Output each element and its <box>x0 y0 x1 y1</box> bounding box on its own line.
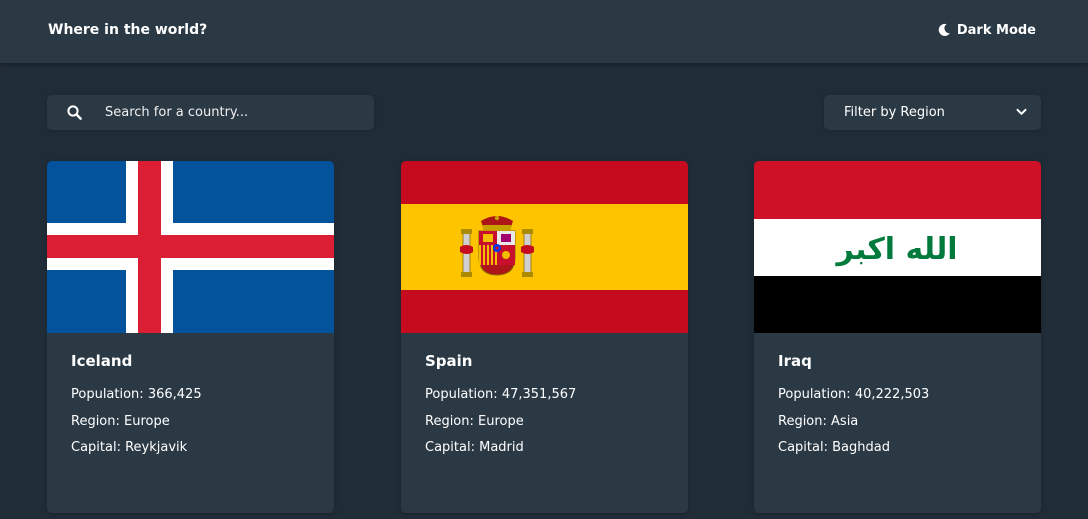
region-value: Europe <box>124 413 170 429</box>
capital-value: Reykjavik <box>125 440 188 455</box>
population-value: 366,425 <box>147 387 202 402</box>
capital-value: Madrid <box>479 440 524 455</box>
capital-label: Capital: <box>71 440 121 455</box>
spain-flag-image <box>401 161 688 333</box>
country-name: Iceland <box>71 352 133 370</box>
capital-line: Capital: Reykjavik <box>71 439 310 456</box>
region-label: Region: <box>425 413 474 429</box>
population-line: Population: 366,425 <box>71 386 310 403</box>
region-label: Region: <box>778 413 827 429</box>
dark-mode-label: Dark Mode <box>956 22 1036 38</box>
region-line: Region: Europe <box>425 413 664 430</box>
country-card-iceland[interactable]: Iceland Population: 366,425 Region: Euro… <box>47 161 334 513</box>
capital-line: Capital: Baghdad <box>778 439 1017 456</box>
search-icon <box>67 105 82 120</box>
population-value: 40,222,503 <box>854 387 930 402</box>
dark-mode-toggle[interactable]: Dark Mode <box>937 21 1036 39</box>
region-line: Region: Europe <box>71 413 310 430</box>
population-value: 47,351,567 <box>501 387 577 402</box>
population-label: Population: <box>425 387 498 402</box>
iraq-flag-image: الله اكبر <box>754 161 1041 333</box>
app-title: Where in the world? <box>48 22 208 38</box>
region-line: Region: Asia <box>778 413 1017 430</box>
capital-label: Capital: <box>425 440 475 455</box>
capital-line: Capital: Madrid <box>425 439 664 456</box>
country-card-iraq[interactable]: الله اكبر Iraq Population: 40,222,503 Re… <box>754 161 1041 513</box>
country-card-spain[interactable]: Spain Population: 47,351,567 Region: Eur… <box>401 161 688 513</box>
region-filter-dropdown[interactable]: Filter by Region <box>824 95 1041 130</box>
top-header: Where in the world? Dark Mode <box>0 0 1088 63</box>
filter-label: Filter by Region <box>844 105 945 120</box>
region-value: Europe <box>478 413 524 429</box>
moon-icon <box>938 23 950 36</box>
region-label: Region: <box>71 413 120 429</box>
country-name: Spain <box>425 352 473 370</box>
population-line: Population: 40,222,503 <box>778 386 1017 403</box>
country-name: Iraq <box>778 352 812 370</box>
chevron-down-icon <box>1016 108 1027 115</box>
region-value: Asia <box>831 413 859 429</box>
iraq-flag-inscription: الله اكبر <box>834 232 957 267</box>
population-label: Population: <box>71 387 144 402</box>
population-label: Population: <box>778 387 851 402</box>
population-line: Population: 47,351,567 <box>425 386 664 403</box>
search-box[interactable] <box>47 95 374 130</box>
iceland-flag-image <box>47 161 334 333</box>
capital-value: Baghdad <box>832 440 890 455</box>
capital-label: Capital: <box>778 440 828 455</box>
search-input[interactable] <box>105 95 355 130</box>
